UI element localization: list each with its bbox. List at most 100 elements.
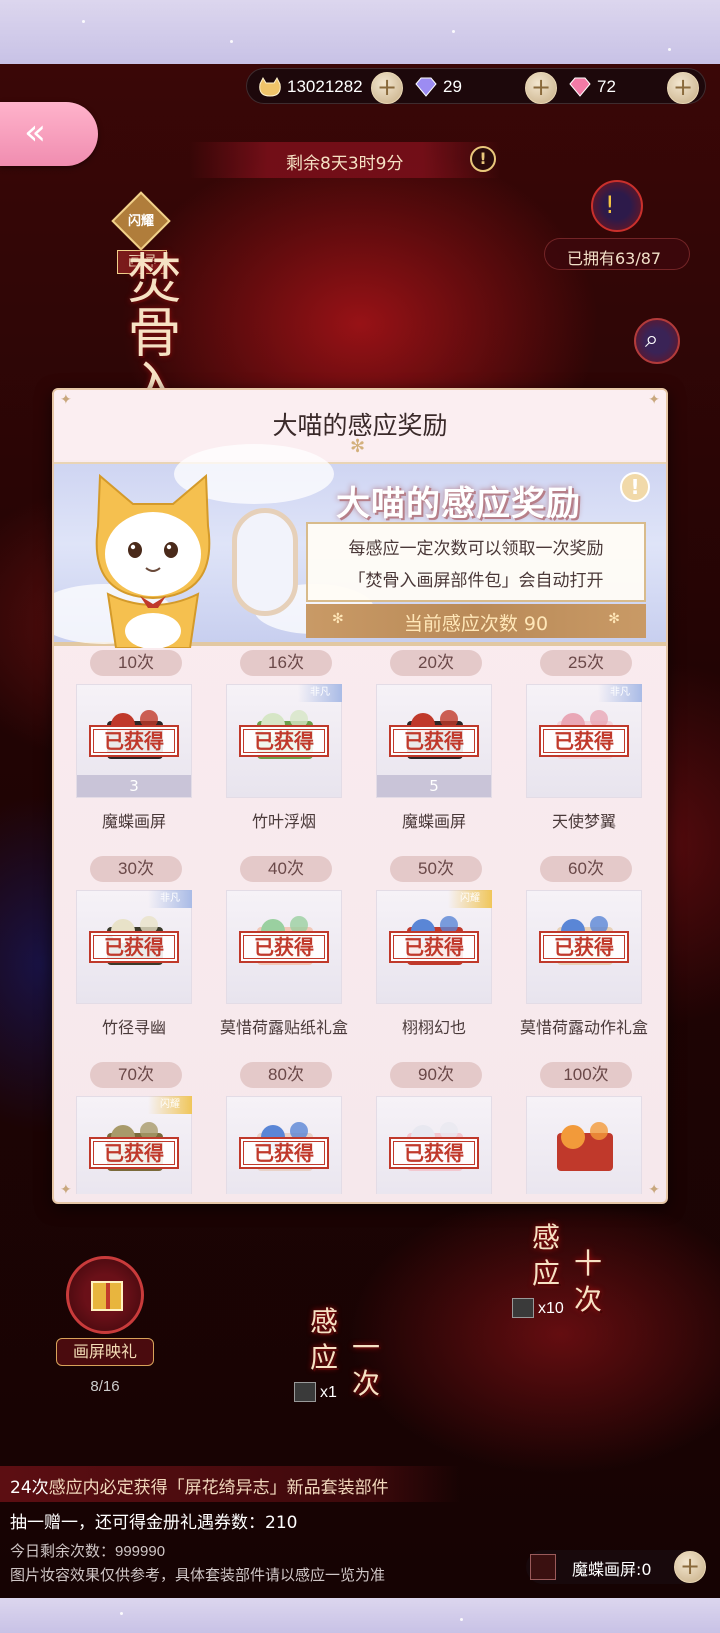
reward-tile[interactable]: 已获得 — [226, 1096, 342, 1194]
reward-name: 莫惜荷露贴纸礼盒 — [219, 1018, 348, 1037]
draw-ten-button[interactable]: 感 应 十 次 x10 — [500, 1206, 640, 1336]
remaining-count: 今日剩余次数：999990 — [10, 1543, 166, 1560]
reward-tile[interactable]: 非凡 已获得 — [226, 684, 342, 798]
flash-tag: 闪耀 — [127, 214, 154, 229]
modal-header: 大喵的感应奖励 ✻ — [54, 390, 666, 460]
reward-item[interactable]: 90次已获得 — [376, 1062, 516, 1194]
gift-progress: 8/16 — [90, 1378, 120, 1395]
snowflake-ornament-icon: ✻ — [350, 436, 366, 457]
reward-name: 竹叶浮烟 — [251, 812, 316, 831]
reward-tile[interactable]: 已获得 5 — [376, 684, 492, 798]
reward-item[interactable]: 80次已获得 — [226, 1062, 366, 1194]
corner-ornament-icon: ✦ — [60, 392, 72, 408]
purple-diamond-icon — [415, 77, 437, 97]
add-butterfly-screen-button[interactable]: + — [674, 1551, 706, 1583]
butterfly-screen-balance: 魔蝶画屏:0 + — [526, 1550, 706, 1584]
draw-ten-glyph: 次 — [574, 1283, 603, 1316]
cat-mascot-illustration — [95, 473, 211, 648]
guarantee-notice: 24次感应内必定获得「屏花绮异志」新品套装部件 — [0, 1466, 460, 1502]
corner-ornament-icon: ✦ — [648, 392, 660, 408]
obtained-stamp: 已获得 — [389, 725, 479, 757]
screen-gift-label[interactable]: 画屏映礼 — [56, 1338, 154, 1366]
add-diamonds-button[interactable]: + — [525, 72, 557, 104]
reward-threshold: 80次 — [240, 1062, 332, 1088]
bottom-status-strip — [0, 1598, 720, 1633]
reward-name: 栩栩幻也 — [401, 1018, 466, 1037]
timer-bar: 剩余8天3时9分 — [190, 142, 500, 178]
coin-value: 13021282 — [287, 77, 363, 96]
reward-threshold: 90次 — [390, 1062, 482, 1088]
reward-item[interactable]: 16次非凡 已获得竹叶浮烟 — [226, 650, 366, 850]
cat-coin-icon — [259, 76, 281, 97]
remaining-time: 剩余8天3时9分 — [286, 154, 404, 174]
reward-item[interactable]: 40次已获得莫惜荷露贴纸礼盒 — [220, 856, 366, 1056]
bonus-text: 抽一赠一，还可得金册礼遇券数：210 — [10, 1513, 298, 1533]
reward-tile[interactable]: 已获得 3 — [76, 684, 192, 798]
obtained-stamp: 已获得 — [389, 931, 479, 963]
reward-threshold: 30次 — [90, 856, 182, 882]
reward-item[interactable]: 70次 闪耀 已获得 — [76, 1062, 216, 1194]
obtained-stamp: 已获得 — [539, 725, 629, 757]
notice-body: 感应内必定获得「屏花绮异志」新品套装部件 — [48, 1478, 389, 1498]
reward-item[interactable]: 100次 — [526, 1062, 666, 1194]
reward-tile[interactable]: 闪耀 已获得 — [76, 1096, 192, 1194]
search-button[interactable]: ⌕ — [634, 318, 680, 364]
reward-name: 魔蝶画屏 — [401, 812, 466, 831]
screen-gift-button[interactable] — [66, 1256, 144, 1334]
reward-banner: 大喵的感应奖励 ! 每感应一定次数可以领取一次奖励 「焚骨入画屏部件包」会自动打… — [54, 444, 666, 648]
draw-once-glyph: 次 — [352, 1367, 381, 1400]
top-status-strip — [0, 0, 720, 64]
reward-tile[interactable]: 已获得 — [526, 890, 642, 1004]
reward-threshold: 40次 — [240, 856, 332, 882]
obtained-stamp: 已获得 — [239, 931, 329, 963]
obtained-stamp: 已获得 — [239, 725, 329, 757]
butterfly-screen-icon — [530, 1554, 556, 1580]
reward-tile[interactable]: 已获得 — [376, 1096, 492, 1194]
obtained-stamp: 已获得 — [89, 1137, 179, 1169]
reward-tile[interactable]: 闪耀 已获得 — [376, 890, 492, 1004]
draw-ten-glyph: 十 — [574, 1247, 603, 1280]
draw-once-glyph: 应 — [310, 1341, 339, 1374]
coin-balance: 13021282 — [257, 73, 363, 101]
reward-threshold: 10次 — [90, 650, 182, 676]
notice-highlight: 24次 — [10, 1478, 49, 1498]
search-icon: ⌕ — [645, 325, 659, 353]
reward-item[interactable]: 50次 闪耀 已获得 栩栩幻也 — [376, 856, 516, 1056]
reward-threshold: 16次 — [240, 650, 332, 676]
draw-once-button[interactable]: 感 应 一 次 x1 — [270, 1290, 400, 1420]
reward-threshold: 25次 — [540, 650, 632, 676]
draw-once-glyph: 感 — [310, 1305, 339, 1338]
pink-diamond-balance: 72 — [567, 73, 616, 101]
mirror-illustration — [232, 508, 298, 616]
current-count-bar: ✻ 当前感应次数 90 ✻ — [306, 604, 646, 638]
draw-once-glyph: 一 — [352, 1331, 381, 1364]
draw-ticket-icon — [512, 1298, 534, 1318]
obtained-stamp: 已获得 — [239, 1137, 329, 1169]
reward-item[interactable]: 25次 非凡 已获得 天使梦翼 — [526, 650, 666, 850]
obtained-stamp: 已获得 — [89, 725, 179, 757]
pink-diamond-icon — [569, 77, 591, 97]
reward-tile[interactable]: 已获得 — [226, 890, 342, 1004]
description-line-2: 「焚骨入画屏部件包」会自动打开 — [348, 571, 604, 591]
timer-info-icon[interactable]: ! — [470, 146, 496, 172]
reward-threshold: 20次 — [390, 650, 482, 676]
add-coins-button[interactable]: + — [371, 72, 403, 104]
add-pink-diamonds-button[interactable]: + — [667, 72, 699, 104]
reward-item[interactable]: 30次非凡 已获得竹径寻幽 — [76, 856, 216, 1056]
diamond-balance: 29 — [413, 73, 462, 101]
back-button[interactable]: « — [0, 102, 98, 166]
reward-item[interactable]: 20次已获得 5 魔蝶画屏 — [376, 650, 516, 850]
reward-tile[interactable]: 非凡 已获得 — [526, 684, 642, 798]
butterfly-screen-label: 魔蝶画屏:0 — [572, 1560, 652, 1579]
reward-tile[interactable] — [526, 1096, 642, 1194]
reward-name: 竹径寻幽 — [101, 1018, 166, 1037]
reward-name: 魔蝶画屏 — [101, 812, 166, 831]
reward-tile[interactable]: 非凡 已获得 — [76, 890, 192, 1004]
reward-item[interactable]: 60次 已获得 莫惜荷露动作礼盒 — [520, 856, 666, 1056]
rules-info-icon[interactable]: ! — [620, 472, 650, 502]
reward-item[interactable]: 10次已获得 3 魔蝶画屏 — [76, 650, 216, 850]
reward-threshold: 60次 — [540, 856, 632, 882]
warning-badge[interactable]: ! — [591, 180, 643, 232]
pink-diamond-value: 72 — [597, 77, 616, 96]
draw-once-cost: x1 — [320, 1384, 337, 1401]
